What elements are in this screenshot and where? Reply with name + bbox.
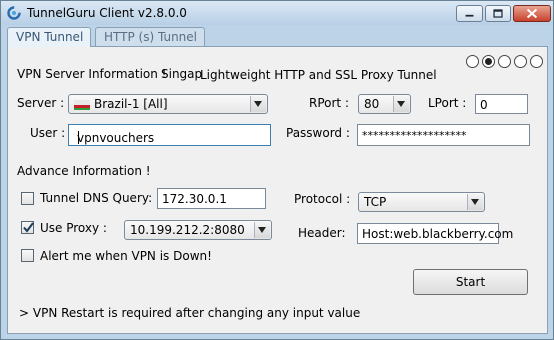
tunnel-dns-checkbox[interactable] [21, 192, 34, 205]
window-title: TunnelGuru Client v2.8.0.0 [27, 6, 187, 20]
pager-dot-3[interactable] [498, 55, 511, 68]
proxy-value: 10.199.212.2:8080 [130, 223, 245, 237]
restart-note: > VPN Restart is required after changing… [19, 306, 361, 320]
server-select[interactable]: Brazil-1 [All] [68, 94, 268, 114]
lport-value: 0 [480, 98, 488, 112]
dns-server-input[interactable]: 172.30.0.1 [157, 188, 266, 209]
proxy-select[interactable]: 10.199.212.2:8080 [124, 220, 272, 240]
user-value: vpnvouchers [77, 131, 155, 145]
protocol-value: TCP [364, 195, 387, 209]
pager-dot-1[interactable] [466, 55, 479, 68]
rport-label: RPort : [309, 96, 349, 110]
server-description: Lightweight HTTP and SSL Proxy Tunnel [200, 68, 437, 82]
rport-select[interactable]: 80 [358, 94, 411, 114]
header-value: Host:web.blackberry.com [362, 227, 514, 241]
app-window: TunnelGuru Client v2.8.0.0 VPN Tunnel HT… [0, 0, 554, 340]
pager-dot-4[interactable] [514, 55, 527, 68]
checkmark-icon [23, 222, 34, 233]
server-description-clipped: Singap [161, 67, 203, 81]
user-label: User : [30, 126, 66, 140]
chevron-down-icon [393, 96, 409, 112]
lport-input[interactable]: 0 [475, 94, 528, 114]
tab-http-tunnel[interactable]: HTTP (s) Tunnel [95, 27, 205, 46]
maximize-button[interactable] [485, 5, 511, 22]
pager-dot-2[interactable] [482, 55, 495, 68]
tunnel-dns-label: Tunnel DNS Query: [40, 191, 153, 205]
use-proxy-label: Use Proxy : [40, 221, 107, 235]
server-label: Server : [17, 96, 65, 110]
chevron-down-icon [250, 96, 266, 112]
start-button[interactable]: Start [413, 269, 528, 295]
rport-value: 80 [364, 97, 380, 111]
app-logo-icon [7, 6, 21, 20]
password-label: Password : [286, 126, 350, 140]
alert-checkbox[interactable] [21, 249, 34, 262]
maximize-icon [493, 9, 503, 18]
text-caret [78, 131, 79, 144]
title-bar[interactable]: TunnelGuru Client v2.8.0.0 [1, 1, 553, 25]
advance-info-heading: Advance Information ! [17, 164, 151, 178]
alert-label: Alert me when VPN is Down! [40, 249, 212, 263]
pager-dot-5[interactable] [530, 55, 543, 68]
header-input[interactable]: Host:web.blackberry.com [357, 223, 513, 244]
protocol-select[interactable]: TCP [358, 192, 485, 212]
server-info-heading: VPN Server Information ! [17, 67, 167, 81]
brazil-flag-icon [74, 100, 90, 110]
use-proxy-checkbox[interactable] [21, 221, 34, 234]
dns-server-value: 172.30.0.1 [162, 192, 227, 206]
password-input[interactable]: ******************* [357, 124, 530, 146]
minimize-button[interactable] [456, 5, 483, 22]
lport-label: LPort : [428, 96, 467, 110]
password-value: ******************* [362, 129, 467, 142]
chevron-down-icon [467, 194, 483, 210]
minimize-icon [465, 14, 474, 17]
close-button[interactable] [513, 5, 551, 22]
chevron-down-icon [254, 222, 270, 238]
tab-vpn-tunnel[interactable]: VPN Tunnel [7, 27, 91, 47]
header-label: Header: [298, 226, 346, 240]
user-input[interactable]: vpnvouchers [68, 124, 271, 146]
close-icon [526, 8, 538, 19]
server-select-value: Brazil-1 [All] [94, 97, 168, 111]
protocol-label: Protocol : [294, 192, 351, 206]
